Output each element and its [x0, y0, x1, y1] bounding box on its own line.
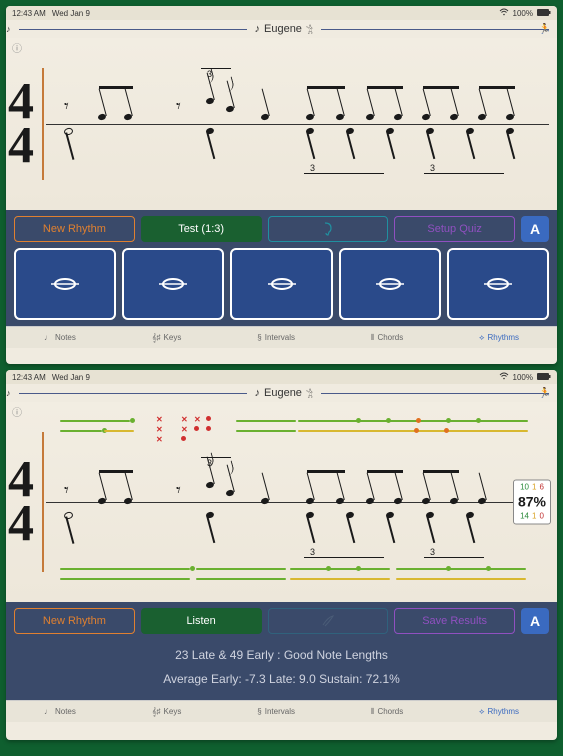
staff-area-results: 4 4 ✕ ✕ ✕ ✕ ✕ ✕ — [6, 402, 557, 602]
status-date: Wed Jan 9 — [52, 9, 90, 18]
panel-results: 12:43 AM Wed Jan 9 100% ♪ ♪ Eugene 𓀟 🏃 ⓘ… — [6, 370, 557, 740]
wifi-icon — [499, 8, 509, 18]
barline — [42, 432, 44, 572]
status-bar: 12:43 AM Wed Jan 9 100% — [6, 6, 557, 20]
wifi-icon — [499, 372, 509, 382]
ear-icon — [320, 221, 336, 237]
score-badge: 10 1 6 87% 14 1 0 — [513, 480, 551, 525]
tab-rhythms[interactable]: ⟡Rhythms — [479, 333, 519, 343]
letter-button[interactable]: A — [521, 216, 549, 242]
app-title: Eugene — [260, 23, 306, 35]
battery-icon — [537, 373, 551, 382]
title-bar: ♪ ♪ Eugene 𓀟 🏃 — [6, 20, 557, 38]
panel-practice: 12:43 AM Wed Jan 9 100% ♪ ♪ Eugene 𓀟 🏃 ⓘ… — [6, 6, 557, 364]
battery-percent: 100% — [513, 373, 533, 382]
tap-pad-1[interactable] — [14, 248, 116, 320]
control-strip: New Rhythm Test (1:3) Setup Quiz A — [6, 210, 557, 326]
figure-icon: 𓀟 — [306, 386, 313, 401]
ear-button-disabled — [268, 608, 389, 634]
score-percent: 87% — [518, 493, 546, 511]
figure-icon: 𓀟 — [306, 22, 313, 37]
tap-pad-3[interactable] — [230, 248, 332, 320]
control-strip: New Rhythm Listen Save Results A 23 Late… — [6, 602, 557, 700]
new-rhythm-button[interactable]: New Rhythm — [14, 608, 135, 634]
button-row: New Rhythm Listen Save Results A — [14, 608, 549, 634]
barline — [42, 68, 44, 180]
tab-intervals[interactable]: §Intervals — [257, 707, 295, 716]
tab-bar: ♩Notes 𝄞♯Keys §Intervals ⦀Chords ⟡Rhythm… — [6, 326, 557, 348]
status-time: 12:43 AM — [12, 373, 46, 382]
setup-quiz-button[interactable]: Setup Quiz — [394, 216, 515, 242]
staff-area: 4 4 𝄾 𝄾 3 — [6, 38, 557, 210]
tab-intervals[interactable]: §Intervals — [257, 333, 295, 342]
listen-button[interactable]: Listen — [141, 608, 262, 634]
ear-button[interactable] — [268, 216, 389, 242]
runner-icon[interactable]: 🏃 — [539, 388, 551, 399]
tap-pad-4[interactable] — [339, 248, 441, 320]
battery-icon — [537, 9, 551, 18]
results-line1: 23 Late & 49 Early : Good Note Lengths — [14, 648, 549, 662]
metronome-icon: ♪ — [6, 388, 11, 398]
tab-chords[interactable]: ⦀Chords — [371, 707, 403, 717]
status-date: Wed Jan 9 — [52, 373, 90, 382]
notes-layer: 𝄾 𝄾 3 3 3 — [46, 38, 549, 210]
test-button[interactable]: Test (1:3) — [141, 216, 262, 242]
tab-rhythms[interactable]: ⟡Rhythms — [479, 707, 519, 717]
button-row: New Rhythm Test (1:3) Setup Quiz A — [14, 216, 549, 242]
title-bar: ♪ ♪ Eugene 𓀟 🏃 — [6, 384, 557, 402]
tab-keys[interactable]: 𝄞♯Keys — [152, 333, 182, 343]
feedback-lower — [46, 562, 549, 598]
app-title: Eugene — [260, 387, 306, 399]
tab-keys[interactable]: 𝄞♯Keys — [152, 707, 182, 717]
time-signature: 4 4 — [8, 80, 34, 168]
status-time: 12:43 AM — [12, 9, 46, 18]
tab-notes[interactable]: ♩Notes — [44, 707, 76, 716]
results-line2: Average Early: -7.3 Late: 9.0 Sustain: 7… — [14, 672, 549, 686]
battery-percent: 100% — [513, 9, 533, 18]
info-icon[interactable]: ⓘ — [12, 404, 22, 419]
tab-chords[interactable]: ⦀Chords — [371, 333, 403, 343]
runner-icon[interactable]: 🏃 — [539, 24, 551, 35]
results-summary: 23 Late & 49 Early : Good Note Lengths A… — [14, 640, 549, 694]
tap-pad-2[interactable] — [122, 248, 224, 320]
tap-pad-row — [14, 248, 549, 320]
info-icon[interactable]: ⓘ — [12, 40, 22, 55]
save-results-button[interactable]: Save Results — [394, 608, 515, 634]
tab-bar: ♩Notes 𝄞♯Keys §Intervals ⦀Chords ⟡Rhythm… — [6, 700, 557, 722]
time-signature: 4 4 — [8, 458, 34, 546]
letter-button[interactable]: A — [521, 608, 549, 634]
new-rhythm-button[interactable]: New Rhythm — [14, 216, 135, 242]
metronome-icon: ♪ — [6, 24, 11, 34]
status-bar: 12:43 AM Wed Jan 9 100% — [6, 370, 557, 384]
feather-icon — [320, 613, 336, 629]
tap-pad-5[interactable] — [447, 248, 549, 320]
tab-notes[interactable]: ♩Notes — [44, 333, 76, 342]
